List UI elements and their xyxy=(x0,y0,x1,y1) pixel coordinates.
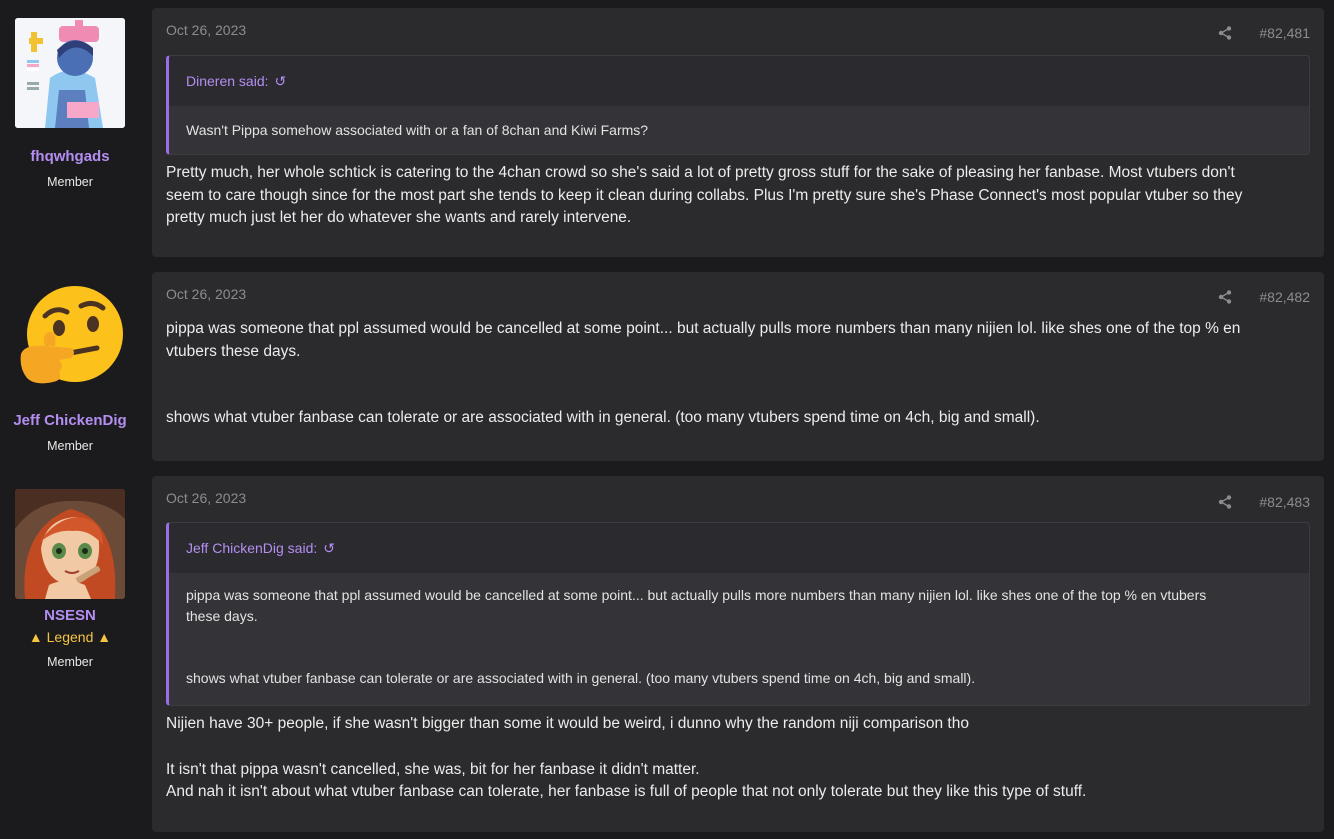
user-title: Member xyxy=(47,175,93,189)
username[interactable]: Jeff ChickenDig xyxy=(0,412,140,429)
quote-line: these days. xyxy=(186,608,258,624)
post-line: pretty much just let her do whatever she… xyxy=(166,209,632,226)
post-line: pippa was someone that ppl assumed would… xyxy=(166,320,1241,337)
avatar[interactable] xyxy=(15,18,125,128)
user-info: NSESN ▲ Legend ▲ Member xyxy=(0,489,140,679)
reply-arrow-icon[interactable]: ↺ xyxy=(323,540,335,557)
post-body: Oct 26, 2023 #82,483 Jeff ChickenDig sai… xyxy=(152,476,1324,832)
quote-line: Wasn't Pippa somehow associated with or … xyxy=(186,122,649,138)
post-82481: fhqwhgads Member Oct 26, 2023 #82,481 Di… xyxy=(0,8,1334,257)
quote-header: Dineren said: ↺ xyxy=(169,56,1309,106)
post-date[interactable]: Oct 26, 2023 xyxy=(166,286,246,302)
post-date[interactable]: Oct 26, 2023 xyxy=(166,490,246,506)
quote-line: shows what vtuber fanbase can tolerate o… xyxy=(186,670,976,686)
post-line: And nah it isn't about what vtuber fanba… xyxy=(166,783,1087,800)
quote-content: Wasn't Pippa somehow associated with or … xyxy=(169,106,1309,154)
share-icon[interactable] xyxy=(1218,26,1232,40)
user-title: Member xyxy=(47,439,93,453)
user-info: fhqwhgads Member xyxy=(0,18,140,198)
quote-author[interactable]: Dineren said: ↺ xyxy=(186,73,286,90)
avatar[interactable] xyxy=(15,489,125,599)
user-title: Member xyxy=(47,655,93,669)
legend-banner: ▲ Legend ▲ xyxy=(28,629,112,645)
share-icon[interactable] xyxy=(1218,495,1232,509)
post-body: Oct 26, 2023 #82,481 Dineren said: ↺ Wasn… xyxy=(152,8,1324,257)
post-number[interactable]: #82,482 xyxy=(1259,289,1310,305)
post-text: Pretty much, her whole schtick is cateri… xyxy=(166,162,1306,230)
post-text: Nijien have 30+ people, if she wasn't bi… xyxy=(166,713,1306,804)
username[interactable]: NSESN xyxy=(0,607,140,624)
user-info: Jeff ChickenDig Member xyxy=(0,282,140,462)
post-date[interactable]: Oct 26, 2023 xyxy=(166,22,246,38)
post-line: It isn't that pippa wasn't cancelled, sh… xyxy=(166,760,700,778)
post-number[interactable]: #82,483 xyxy=(1259,494,1310,510)
post-line: Pretty much, her whole schtick is cateri… xyxy=(166,164,1235,181)
post-82482: Jeff ChickenDig Member Oct 26, 2023 #82,… xyxy=(0,272,1334,461)
post-82483: NSESN ▲ Legend ▲ Member Oct 26, 2023 #82… xyxy=(0,476,1334,832)
quote-content: pippa was someone that ppl assumed would… xyxy=(169,573,1309,705)
post-number[interactable]: #82,481 xyxy=(1259,25,1310,41)
red-haired-girl-icon xyxy=(15,489,125,599)
avatar[interactable] xyxy=(15,282,125,392)
quote-author-label[interactable]: Jeff ChickenDig said: xyxy=(186,540,317,556)
post-body: Oct 26, 2023 #82,482 pippa was someone t… xyxy=(152,272,1324,461)
share-icon[interactable] xyxy=(1218,290,1232,304)
post-line: Nijien have 30+ people, if she wasn't bi… xyxy=(166,715,969,732)
quote-author-label[interactable]: Dineren said: xyxy=(186,73,269,89)
post-text: pippa was someone that ppl assumed would… xyxy=(166,318,1306,430)
quote-block: Dineren said: ↺ Wasn't Pippa somehow asso… xyxy=(166,55,1310,155)
username[interactable]: fhqwhgads xyxy=(0,148,140,165)
post-line: seem to care though since for the most p… xyxy=(166,186,1243,204)
pink-nurse-character-icon xyxy=(15,18,125,128)
thinking-face-emoji-icon xyxy=(20,286,123,384)
quote-block: Jeff ChickenDig said: ↺ pippa was someone… xyxy=(166,522,1310,706)
quote-header: Jeff ChickenDig said: ↺ xyxy=(169,523,1309,573)
quote-line: pippa was someone that ppl assumed would… xyxy=(186,587,1207,603)
post-line: shows what vtuber fanbase can tolerate o… xyxy=(166,409,1040,426)
quote-author[interactable]: Jeff ChickenDig said: ↺ xyxy=(186,540,335,557)
post-line: vtubers these days. xyxy=(166,342,301,360)
reply-arrow-icon[interactable]: ↺ xyxy=(275,73,287,90)
